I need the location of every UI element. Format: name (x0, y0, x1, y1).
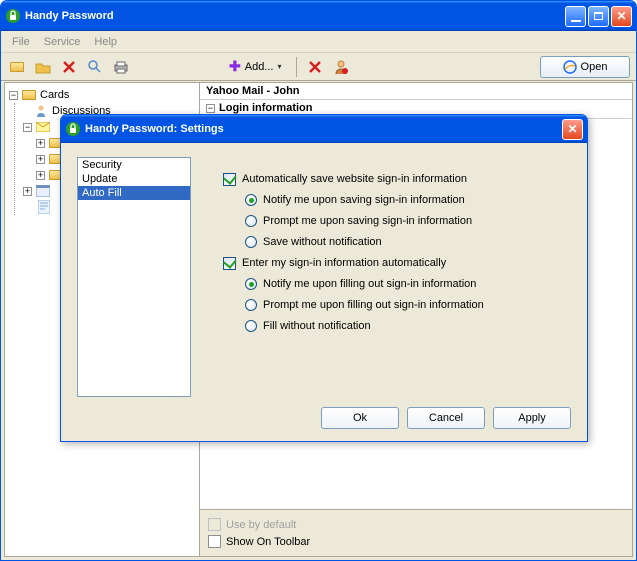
auto-enter-label: Enter my sign-in information automatical… (242, 257, 446, 269)
person-icon (33, 104, 49, 118)
tree-expand-icon[interactable]: + (36, 171, 45, 180)
plus-icon: ✚ (229, 58, 241, 75)
maximize-button[interactable] (588, 6, 609, 27)
fill-silent-label: Fill without notification (263, 320, 371, 332)
toolbar: ✚ Add... ▾ Open (1, 53, 636, 81)
tree-expand-icon[interactable]: + (36, 139, 45, 148)
login-info-label: Login information (219, 102, 312, 114)
app-icon (65, 121, 81, 137)
print-icon[interactable] (111, 57, 131, 77)
add-label: Add... (245, 61, 274, 73)
category-security[interactable]: Security (78, 158, 190, 172)
menu-help[interactable]: Help (87, 34, 124, 50)
dialog-title: Handy Password: Settings (85, 123, 562, 135)
fill-notify-radio[interactable] (245, 278, 257, 290)
main-titlebar[interactable]: Handy Password ✕ (1, 1, 636, 31)
menubar: File Service Help (1, 31, 636, 53)
settings-category-list: Security Update Auto Fill (77, 157, 191, 397)
tree-collapse-icon[interactable]: − (23, 123, 32, 132)
category-autofill[interactable]: Auto Fill (78, 186, 190, 200)
save-silent-radio[interactable] (245, 236, 257, 248)
note-icon (36, 200, 52, 214)
window-title: Handy Password (25, 10, 565, 22)
new-folder-icon[interactable] (7, 57, 27, 77)
save-prompt-radio[interactable] (245, 215, 257, 227)
menu-file[interactable]: File (5, 34, 37, 50)
auto-enter-checkbox[interactable] (223, 257, 236, 270)
open-folder-icon[interactable] (33, 57, 53, 77)
tree-expand-icon[interactable]: + (36, 155, 45, 164)
auto-save-label: Automatically save website sign-in infor… (242, 173, 467, 185)
delete-card-icon[interactable] (305, 57, 325, 77)
auto-save-checkbox[interactable] (223, 173, 236, 186)
ok-button[interactable]: Ok (321, 407, 399, 429)
close-button[interactable]: ✕ (611, 6, 632, 27)
fill-prompt-label: Prompt me upon filling out sign-in infor… (263, 299, 484, 311)
tree-collapse-icon[interactable]: − (9, 91, 18, 100)
show-on-toolbar-checkbox[interactable]: Show On Toolbar (208, 533, 624, 550)
checkbox-icon (208, 535, 221, 548)
fill-silent-radio[interactable] (245, 320, 257, 332)
dropdown-arrow-icon: ▾ (277, 62, 281, 71)
save-silent-label: Save without notification (263, 236, 382, 248)
minimize-button[interactable] (565, 6, 586, 27)
search-icon[interactable] (85, 57, 105, 77)
app-icon (5, 8, 21, 24)
open-button[interactable]: Open (540, 56, 630, 78)
mail-icon (35, 120, 51, 134)
cancel-button[interactable]: Cancel (407, 407, 485, 429)
add-button[interactable]: ✚ Add... ▾ (223, 56, 288, 77)
tree-root[interactable]: Cards (40, 89, 69, 101)
fill-prompt-radio[interactable] (245, 299, 257, 311)
folder-icon (21, 88, 37, 102)
checkbox-icon (208, 518, 221, 531)
menu-service[interactable]: Service (37, 34, 88, 50)
open-label: Open (581, 61, 608, 73)
save-notify-label: Notify me upon saving sign-in informatio… (263, 194, 465, 206)
fill-notify-label: Notify me upon filling out sign-in infor… (263, 278, 476, 290)
save-notify-radio[interactable] (245, 194, 257, 206)
tree-expand-icon[interactable]: + (23, 187, 32, 196)
card-icon (35, 184, 51, 198)
save-prompt-label: Prompt me upon saving sign-in informatio… (263, 215, 472, 227)
user-icon[interactable] (331, 57, 351, 77)
browser-icon (563, 60, 577, 74)
apply-button[interactable]: Apply (493, 407, 571, 429)
use-by-default-checkbox: Use by default (208, 516, 624, 533)
dialog-titlebar[interactable]: Handy Password: Settings ✕ (61, 115, 587, 143)
settings-dialog: Handy Password: Settings ✕ Security Upda… (60, 114, 588, 442)
settings-options: Automatically save website sign-in infor… (223, 169, 571, 337)
category-update[interactable]: Update (78, 172, 190, 186)
dialog-close-button[interactable]: ✕ (562, 119, 583, 140)
delete-icon[interactable] (59, 57, 79, 77)
tree-collapse-icon[interactable]: − (206, 104, 215, 113)
card-title: Yahoo Mail - John (200, 83, 632, 100)
